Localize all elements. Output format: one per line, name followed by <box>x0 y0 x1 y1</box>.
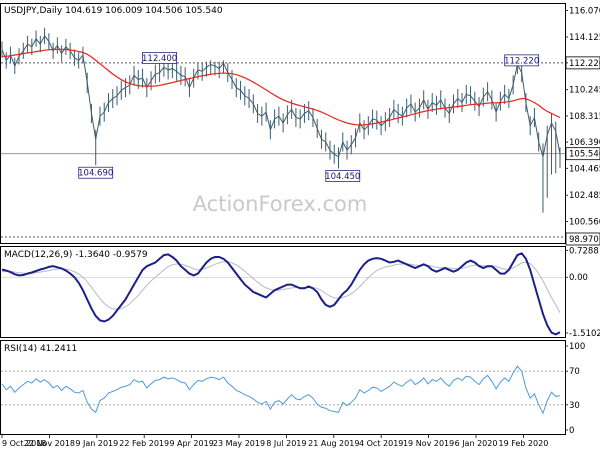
x-axis-tick-label: 19 Feb 2020 <box>499 439 549 448</box>
x-axis-tick-label: 9 Apr 2019 <box>169 439 213 448</box>
x-axis-tick-label: 22 Feb 2019 <box>119 439 169 448</box>
current-price-label: 105.540 <box>569 150 600 160</box>
x-axis-tick-label: 22 Nov 2018 <box>24 439 75 448</box>
rsi-panel-title: RSI(14) 41.2411 <box>4 344 77 354</box>
price-axis-tick-label: 104.465 <box>569 164 600 174</box>
rsi-axis-tick-label: 100 <box>569 342 585 352</box>
x-axis-tick-label: 19 Nov 2019 <box>403 439 454 448</box>
price-axis-tick-label: 106.390 <box>569 138 600 148</box>
price-annotation-label: 112.220 <box>504 56 539 66</box>
rsi-axis-tick-label: 70 <box>569 367 580 377</box>
price-annotation-label: 112.400 <box>142 54 177 64</box>
x-axis-tick-label: 9 Jan 2019 <box>75 439 118 448</box>
chart-background <box>0 0 600 450</box>
price-axis-tick-label: 112.220 <box>569 59 600 69</box>
price-axis-tick-label: 116.070 <box>569 7 600 17</box>
price-axis-tick-label: 102.485 <box>569 191 600 201</box>
macd-panel-title: MACD(12,26,9) -1.3640 -0.9579 <box>4 250 148 260</box>
price-axis-tick-label: 114.125 <box>569 33 600 43</box>
watermark: ActionForex.com <box>193 192 368 216</box>
usdjpy-chart-window: ActionForex.com USDJPY,Daily 104.619 106… <box>0 0 600 450</box>
macd-axis-tick-label: 0.7288 <box>569 246 599 256</box>
price-axis-tick-label: 100.560 <box>569 217 600 227</box>
x-axis-tick-label: 4 Oct 2019 <box>359 439 403 448</box>
price-panel-title: USDJPY,Daily 104.619 106.009 104.506 105… <box>4 6 223 16</box>
macd-axis-tick-label: -1.5102 <box>569 329 600 339</box>
price-axis-tick-label: 98.970 <box>569 235 599 245</box>
price-annotation-label: 104.690 <box>78 169 113 179</box>
x-axis-tick-label: 21 Aug 2019 <box>308 439 359 448</box>
price-axis-tick-label: 108.315 <box>569 112 600 122</box>
x-axis-tick-label: 8 Jul 2019 <box>266 439 306 448</box>
price-annotation-label: 104.450 <box>325 172 360 182</box>
rsi-axis-tick-label: 0 <box>569 426 574 436</box>
x-axis-tick-label: 23 May 2019 <box>213 439 265 448</box>
price-axis-tick-label: 110.245 <box>569 86 600 96</box>
x-axis-tick-label: 6 Jan 2020 <box>455 439 498 448</box>
rsi-axis-tick-label: 30 <box>569 401 580 411</box>
macd-axis-tick-label: 0.00 <box>569 273 588 283</box>
